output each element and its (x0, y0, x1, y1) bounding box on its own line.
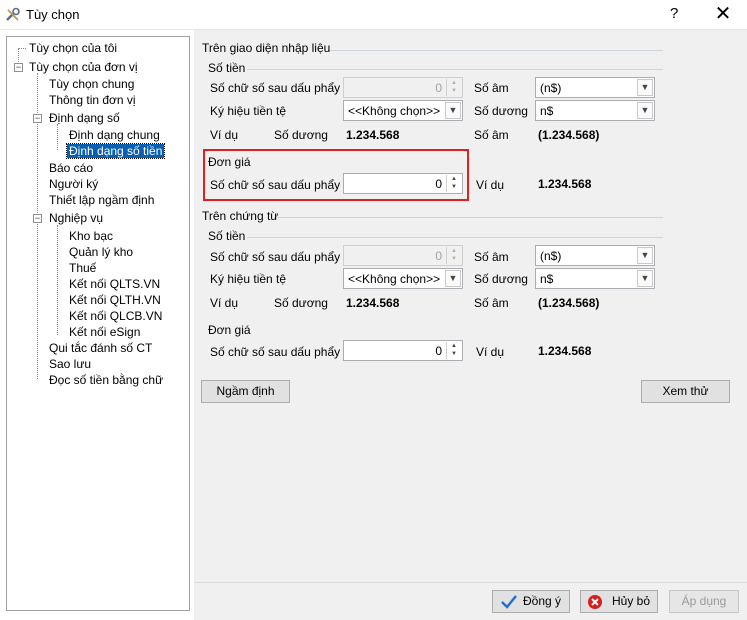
spin-down-icon: ▼ (451, 88, 457, 94)
tree-item-report[interactable]: Báo cáo (49, 161, 93, 175)
cancel-icon (588, 595, 602, 609)
chevron-down-icon[interactable]: ▼ (637, 102, 653, 119)
unit-price-decimals-label: Số chữ số sau dấu phẩy (210, 345, 341, 359)
group-divider (247, 237, 663, 238)
spin-buttons[interactable]: ▲ ▼ (446, 79, 461, 96)
negative-example-label: Số âm (474, 296, 509, 310)
unit-price-example-label: Ví dụ (476, 178, 505, 192)
unit-price-example-value: 1.234.568 (538, 344, 592, 358)
tree-item-read-money[interactable]: Đọc số tiền bằng chữ (49, 373, 163, 387)
default-button[interactable]: Ngầm định (201, 380, 290, 403)
voucher-unit-price-decimals-stepper[interactable]: 0 ▲ ▼ (343, 340, 463, 361)
group-title-amount: Số tiền (208, 61, 246, 75)
collapse-icon[interactable]: − (33, 114, 42, 123)
collapse-icon[interactable]: − (33, 214, 42, 223)
positive-format-select[interactable]: n$ ▼ (535, 100, 655, 121)
currency-symbol-select[interactable]: <<Không chọn>> ▼ (343, 100, 463, 121)
voucher-currency-symbol-select[interactable]: <<Không chọn>> ▼ (343, 268, 463, 289)
group-divider (247, 69, 663, 70)
tree-item-unit-options[interactable]: Tùy chọn của đơn vị (29, 60, 138, 74)
decimals-label: Số chữ số sau dấu phẩy (210, 81, 341, 95)
currency-symbol-label: Ký hiệu tiền tệ (210, 104, 287, 118)
group-title-amount: Số tiền (208, 229, 246, 243)
tree-item-unit-info[interactable]: Thông tin đơn vị (49, 93, 136, 107)
negative-format-select[interactable]: (n$) ▼ (535, 77, 655, 98)
tree-item-defaults[interactable]: Thiết lập ngầm định (49, 193, 154, 207)
example-label: Ví dụ (210, 128, 239, 142)
voucher-positive-format-select[interactable]: n$ ▼ (535, 268, 655, 289)
tree-item-backup[interactable]: Sao lưu (49, 357, 91, 371)
positive-example-label: Số dương (274, 128, 328, 142)
help-button[interactable]: ? (670, 5, 678, 22)
positive-example-label: Số dương (274, 296, 328, 310)
chevron-down-icon[interactable]: ▼ (445, 102, 461, 119)
section-divider (276, 217, 663, 218)
tree-item-esign[interactable]: Kết nối eSign (69, 325, 140, 339)
spin-down-icon: ▼ (451, 351, 457, 357)
section-title-input: Trên giao diện nhập liệu (202, 41, 331, 55)
positive-example-value: 1.234.568 (346, 296, 400, 310)
spin-buttons[interactable]: ▲ ▼ (446, 342, 461, 359)
chevron-down-icon[interactable]: ▼ (637, 79, 653, 96)
chevron-down-icon[interactable]: ▼ (445, 270, 461, 287)
negative-format-label: Số âm (474, 250, 509, 264)
tree-item-qlcb[interactable]: Kết nối QLCB.VN (69, 309, 162, 323)
section-divider (330, 50, 663, 51)
tree-item-general[interactable]: Tùy chọn chung (49, 77, 134, 91)
tree-connector (57, 225, 58, 335)
tree-item-tax[interactable]: Thuế (69, 261, 96, 275)
group-title-unit-price: Đơn giá (208, 323, 251, 337)
spin-up-icon: ▲ (451, 248, 457, 254)
tree-item-qlts[interactable]: Kết nối QLTS.VN (69, 277, 160, 291)
bottom-bar (194, 582, 747, 620)
tree-item-format-general[interactable]: Định dạng chung (69, 128, 160, 142)
unit-price-example-label: Ví dụ (476, 345, 505, 359)
tree-connector (57, 124, 58, 150)
spin-buttons[interactable]: ▲ ▼ (446, 247, 461, 264)
tree-item-business[interactable]: Nghiệp vụ (49, 211, 103, 225)
positive-format-label: Số dương (474, 272, 528, 286)
close-button[interactable]: ✕ (708, 2, 738, 26)
title-bar: Tùy chọn ? ✕ (0, 0, 747, 30)
spin-down-icon: ▼ (451, 256, 457, 262)
preview-button[interactable]: Xem thử (641, 380, 730, 403)
tree-item-warehouse[interactable]: Quản lý kho (69, 245, 133, 259)
chevron-down-icon[interactable]: ▼ (637, 270, 653, 287)
positive-format-label: Số dương (474, 104, 528, 118)
tree-item-numbering[interactable]: Qui tắc đánh số CT (49, 341, 152, 355)
example-label: Ví dụ (210, 296, 239, 310)
tree-item-number-format[interactable]: Định dạng số (49, 111, 120, 125)
positive-example-value: 1.234.568 (346, 128, 400, 142)
tree-item-qlth[interactable]: Kết nối QLTH.VN (69, 293, 161, 307)
tree-item-signer[interactable]: Người ký (49, 177, 98, 191)
ok-button[interactable]: Đồng ý (492, 590, 570, 613)
check-icon (501, 595, 517, 609)
highlight-box (203, 149, 469, 201)
options-tree: Tùy chọn của tôi − Tùy chọn của đơn vị T… (6, 36, 190, 611)
voucher-amount-decimals-stepper[interactable]: 0 ▲ ▼ (343, 245, 463, 266)
cancel-button[interactable]: Hủy bỏ (580, 590, 658, 613)
amount-decimals-stepper[interactable]: 0 ▲ ▼ (343, 77, 463, 98)
negative-example-value: (1.234.568) (538, 296, 600, 310)
spin-up-icon: ▲ (451, 343, 457, 349)
negative-example-value: (1.234.568) (538, 128, 600, 142)
apply-button[interactable]: Áp dụng (669, 590, 739, 613)
tree-item-treasury[interactable]: Kho bạc (69, 229, 113, 243)
unit-price-example-value: 1.234.568 (538, 177, 592, 191)
voucher-negative-format-select[interactable]: (n$) ▼ (535, 245, 655, 266)
section-title-voucher: Trên chứng từ (202, 209, 279, 223)
currency-symbol-label: Ký hiệu tiền tệ (210, 272, 287, 286)
window-title: Tùy chọn (26, 7, 80, 22)
spin-up-icon: ▲ (451, 80, 457, 86)
decimals-label: Số chữ số sau dấu phẩy (210, 250, 341, 264)
tree-connector (18, 48, 26, 49)
tools-icon (5, 7, 21, 23)
tree-item-my-options[interactable]: Tùy chọn của tôi (29, 41, 117, 55)
negative-example-label: Số âm (474, 128, 509, 142)
collapse-icon[interactable]: − (14, 63, 23, 72)
tree-item-format-currency[interactable]: Định dạng số tiền (65, 143, 166, 159)
negative-format-label: Số âm (474, 81, 509, 95)
chevron-down-icon[interactable]: ▼ (637, 247, 653, 264)
